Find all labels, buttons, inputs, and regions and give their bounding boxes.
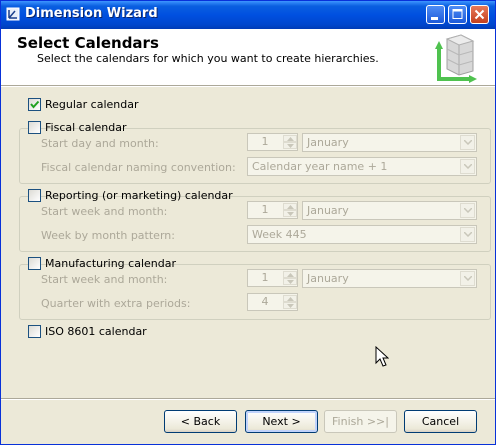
manufacturing-calendar-label: Manufacturing calendar <box>45 257 176 270</box>
manufacturing-start-label: Start week and month: <box>41 273 168 286</box>
reporting-start-week-value: 1 <box>261 203 269 216</box>
chevron-down-icon[interactable] <box>460 159 475 174</box>
spin-down-icon[interactable] <box>283 210 297 217</box>
reporting-start-label: Start week and month: <box>41 205 168 218</box>
reporting-start-month-value: January <box>307 204 349 217</box>
fiscal-naming-select[interactable]: Calendar year name + 1 <box>247 157 477 176</box>
chevron-down-icon[interactable] <box>460 135 475 150</box>
iso-calendar-label: ISO 8601 calendar <box>45 325 147 338</box>
reporting-calendar-checkbox[interactable] <box>28 189 41 202</box>
chevron-down-icon[interactable] <box>460 227 475 242</box>
footer-divider-highlight <box>1 399 495 400</box>
fiscal-calendar-checkbox[interactable] <box>28 121 41 134</box>
dimension-cube-icon <box>433 33 485 85</box>
mouse-pointer-icon <box>375 345 390 371</box>
fiscal-naming-value: Calendar year name + 1 <box>252 160 388 173</box>
spin-up-icon[interactable] <box>283 295 297 302</box>
manufacturing-quarter-stepper[interactable]: 4 <box>247 293 298 311</box>
finish-button[interactable]: Finish >>| <box>324 410 397 433</box>
dimension-wizard-window: Dimension Wizard Select Calendars Select… <box>0 0 496 445</box>
spin-up-icon[interactable] <box>283 135 297 142</box>
reporting-pattern-value: Week 445 <box>252 228 307 241</box>
back-button[interactable]: < Back <box>164 410 237 433</box>
reporting-pattern-select[interactable]: Week 445 <box>247 225 477 244</box>
next-button[interactable]: Next > <box>245 410 318 433</box>
manufacturing-start-week-stepper[interactable]: 1 <box>247 269 298 287</box>
fiscal-start-month-select[interactable]: January <box>302 133 477 152</box>
fiscal-start-label: Start day and month: <box>41 137 159 150</box>
manufacturing-quarter-label: Quarter with extra periods: <box>41 297 191 310</box>
close-button[interactable] <box>470 5 489 24</box>
maximize-button[interactable] <box>448 5 467 24</box>
fiscal-start-day-value: 1 <box>261 135 269 148</box>
reporting-calendar-label: Reporting (or marketing) calendar <box>45 189 233 202</box>
chevron-down-icon[interactable] <box>460 203 475 218</box>
wizard-header: Select Calendars Select the calendars fo… <box>1 29 495 86</box>
spin-down-icon[interactable] <box>283 278 297 285</box>
spin-down-icon[interactable] <box>283 302 297 309</box>
regular-calendar-label: Regular calendar <box>45 98 139 111</box>
fiscal-naming-label: Fiscal calendar naming convention: <box>41 161 236 174</box>
manufacturing-calendar-checkbox[interactable] <box>28 257 41 270</box>
fiscal-start-month-value: January <box>307 136 349 149</box>
fiscal-start-day-stepper[interactable]: 1 <box>247 133 298 151</box>
reporting-pattern-label: Week by month pattern: <box>41 229 175 242</box>
manufacturing-start-week-value: 1 <box>261 271 269 284</box>
wizard-app-icon <box>6 7 20 21</box>
page-subtitle: Select the calendars for which you want … <box>37 52 379 65</box>
fiscal-calendar-label: Fiscal calendar <box>45 121 127 134</box>
minimize-button[interactable] <box>426 5 445 24</box>
spin-down-icon[interactable] <box>283 142 297 149</box>
iso-calendar-checkbox[interactable] <box>28 325 41 338</box>
manufacturing-quarter-value: 4 <box>261 295 269 308</box>
page-title: Select Calendars <box>17 34 159 52</box>
title-bar[interactable]: Dimension Wizard <box>1 1 495 29</box>
spin-up-icon[interactable] <box>283 203 297 210</box>
manufacturing-start-month-value: January <box>307 272 349 285</box>
reporting-start-week-stepper[interactable]: 1 <box>247 201 298 219</box>
cancel-button[interactable]: Cancel <box>404 410 477 433</box>
window-title: Dimension Wizard <box>25 6 158 21</box>
regular-calendar-checkbox[interactable] <box>28 98 41 111</box>
reporting-start-month-select[interactable]: January <box>302 201 477 220</box>
chevron-down-icon[interactable] <box>460 271 475 286</box>
header-divider <box>1 86 495 87</box>
manufacturing-start-month-select[interactable]: January <box>302 269 477 288</box>
spin-up-icon[interactable] <box>283 271 297 278</box>
